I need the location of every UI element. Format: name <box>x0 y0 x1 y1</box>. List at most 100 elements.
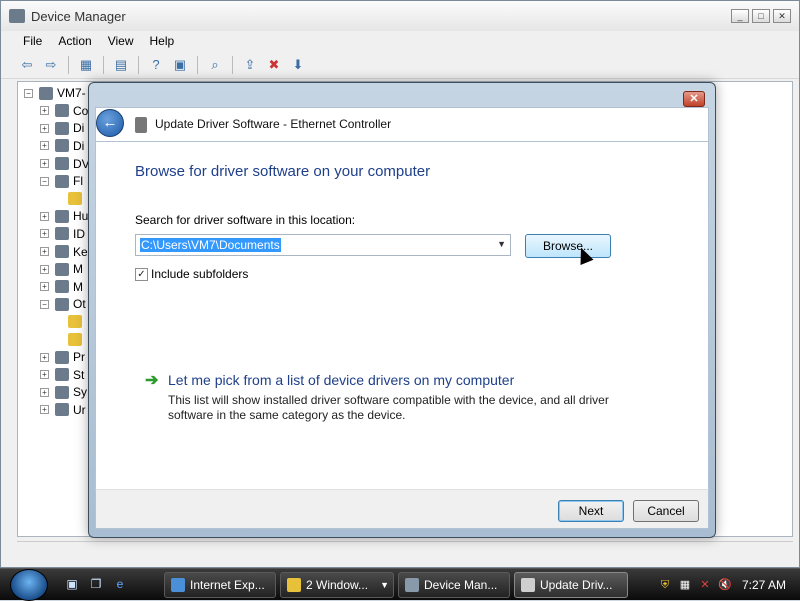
network-disconnected-icon[interactable]: ✕ <box>698 578 712 592</box>
tree-item[interactable]: + Ur <box>40 401 90 419</box>
tree-item[interactable]: + Hu <box>40 208 90 226</box>
cancel-button[interactable]: Cancel <box>633 500 699 522</box>
next-button[interactable]: Next <box>558 500 624 522</box>
tree-item[interactable]: + Pr <box>40 348 90 366</box>
device-category-icon <box>55 280 69 294</box>
start-button[interactable] <box>10 569 48 601</box>
tree-item-label: Ot <box>73 297 86 312</box>
menu-help[interactable]: Help <box>142 34 183 48</box>
help-icon[interactable]: ? <box>146 55 166 75</box>
tree-item[interactable] <box>40 331 90 349</box>
expand-icon[interactable]: − <box>40 299 49 309</box>
expand-icon[interactable]: + <box>40 405 49 415</box>
dialog-close-button[interactable]: ✕ <box>683 91 705 107</box>
include-subfolders-checkbox[interactable]: ✓ <box>135 268 148 281</box>
taskbar: ▣ ❐ e Internet Exp... 2 Window... ▼ Devi… <box>0 568 800 601</box>
ie-quicklaunch-icon[interactable]: e <box>112 577 128 593</box>
tree-item[interactable]: − Fl <box>40 172 90 190</box>
expand-icon[interactable]: + <box>40 229 49 239</box>
menu-action[interactable]: Action <box>50 34 99 48</box>
tree-item[interactable]: + Ke <box>40 243 90 261</box>
uninstall-icon[interactable]: ⬇ <box>288 55 308 75</box>
tree-item[interactable]: + ID <box>40 225 90 243</box>
task-label: Internet Exp... <box>190 578 265 592</box>
expand-icon[interactable]: + <box>40 141 49 151</box>
include-subfolders-label[interactable]: Include subfolders <box>151 267 248 281</box>
back-button[interactable]: ← <box>96 109 124 137</box>
back-arrow-icon[interactable]: ⇦ <box>17 55 37 75</box>
update-driver-icon[interactable]: ⇪ <box>240 55 260 75</box>
device-category-icon <box>55 368 69 382</box>
task-windows-explorer-group[interactable]: 2 Window... ▼ <box>280 572 394 598</box>
maximize-button[interactable]: □ <box>752 9 770 23</box>
tree-item-label: Ke <box>73 244 88 259</box>
tree-item-label: M <box>73 262 83 277</box>
tree-item[interactable]: + Sy <box>40 384 90 402</box>
device-category-icon <box>55 209 69 223</box>
close-window-button[interactable]: ✕ <box>773 9 791 23</box>
expand-icon[interactable]: + <box>40 352 49 362</box>
tree-item-label: Ur <box>73 402 86 417</box>
device-manager-icon <box>9 9 25 23</box>
collapse-icon[interactable]: − <box>24 88 33 98</box>
tree-item-label: Di <box>73 121 85 136</box>
switch-windows-icon[interactable]: ❐ <box>88 577 104 593</box>
path-value[interactable]: C:\Users\VM7\Documents <box>140 238 281 252</box>
task-label: 2 Window... <box>306 578 369 592</box>
network-icon[interactable]: ▦ <box>678 578 692 592</box>
expand-icon[interactable]: + <box>40 211 49 221</box>
expand-icon[interactable]: + <box>40 387 49 397</box>
tree-item[interactable] <box>40 313 90 331</box>
scan-hardware-icon[interactable]: ⌕ <box>205 55 225 75</box>
expand-icon[interactable]: + <box>40 106 49 116</box>
task-update-driver[interactable]: Update Driv... <box>514 572 628 598</box>
expand-icon[interactable]: + <box>40 247 49 257</box>
dropdown-arrow-icon[interactable]: ▼ <box>497 239 506 249</box>
disable-device-icon[interactable]: ✖ <box>264 55 284 75</box>
browse-button[interactable]: Browse... <box>525 234 611 258</box>
menu-view[interactable]: View <box>100 34 142 48</box>
expand-icon[interactable]: + <box>40 264 49 274</box>
view-icon[interactable]: ▣ <box>170 55 190 75</box>
tree-item[interactable]: + M <box>40 260 90 278</box>
menu-file[interactable]: File <box>15 34 50 48</box>
properties-icon[interactable]: ▤ <box>111 55 131 75</box>
tree-item[interactable] <box>40 190 90 208</box>
expand-icon[interactable]: + <box>40 159 49 169</box>
show-desktop-icon[interactable]: ▣ <box>64 577 80 593</box>
page-heading: Browse for driver software on your compu… <box>135 163 431 180</box>
driver-icon <box>135 117 147 133</box>
task-internet-explorer[interactable]: Internet Exp... <box>164 572 276 598</box>
tree-item[interactable]: − Ot <box>40 296 90 314</box>
pick-from-list-description: This list will show installed driver sof… <box>168 393 609 422</box>
clock[interactable]: 7:27 AM <box>742 578 786 592</box>
volume-muted-icon[interactable]: 🔇 <box>718 578 732 592</box>
tree-item-label: ID <box>73 226 85 241</box>
task-device-manager[interactable]: Device Man... <box>398 572 510 598</box>
expand-icon[interactable]: + <box>40 282 49 292</box>
warning-device-icon <box>68 192 82 206</box>
forward-arrow-icon[interactable]: ⇨ <box>41 55 61 75</box>
device-category-icon <box>55 350 69 364</box>
tree-root[interactable]: − VM7- <box>24 84 90 102</box>
pick-from-list-link[interactable]: Let me pick from a list of device driver… <box>168 372 514 388</box>
show-hide-tree-icon[interactable]: ▦ <box>76 55 96 75</box>
tree-item[interactable]: + St <box>40 366 90 384</box>
expand-icon[interactable]: + <box>40 123 49 133</box>
warning-device-icon <box>68 315 82 329</box>
device-category-icon <box>55 262 69 276</box>
expand-icon[interactable]: + <box>40 370 49 380</box>
minimize-button[interactable]: _ <box>731 9 749 23</box>
tree-item[interactable]: + DV <box>40 155 90 173</box>
tree-item[interactable]: + Co <box>40 102 90 120</box>
tree-item[interactable]: + M <box>40 278 90 296</box>
tree-item[interactable]: + Di <box>40 137 90 155</box>
expand-icon[interactable]: − <box>40 176 49 186</box>
toolbar-divider <box>232 55 233 74</box>
tree-item[interactable]: + Di <box>40 120 90 138</box>
device-manager-titlebar[interactable]: Device Manager <box>1 1 799 31</box>
green-arrow-icon[interactable]: ➔ <box>145 370 158 390</box>
device-category-icon <box>55 174 69 188</box>
security-shield-icon[interactable]: ⛨ <box>658 578 672 592</box>
path-combobox[interactable]: C:\Users\VM7\Documents ▼ <box>135 234 511 256</box>
